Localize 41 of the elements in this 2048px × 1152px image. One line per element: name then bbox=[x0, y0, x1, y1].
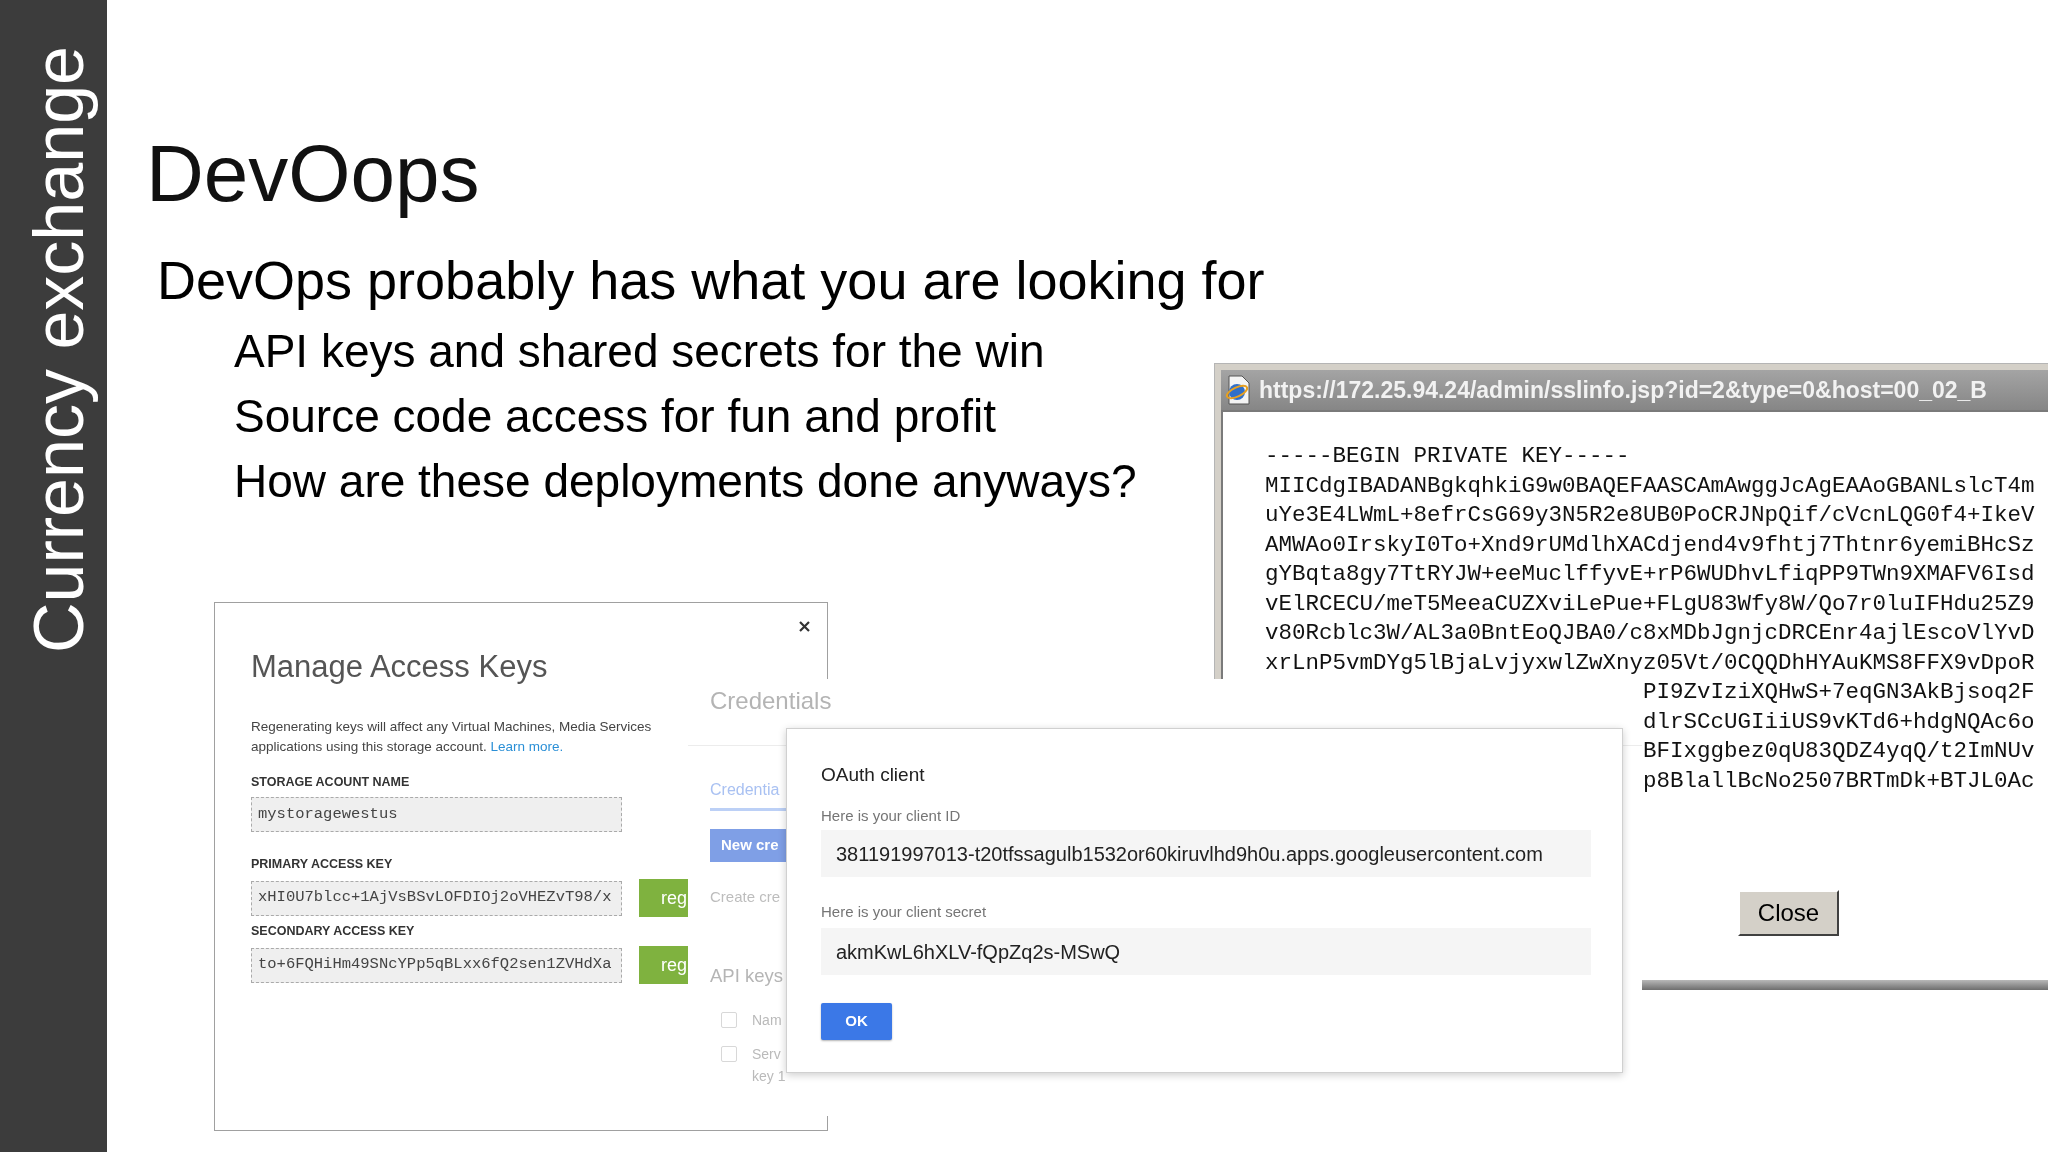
checkbox[interactable] bbox=[721, 1046, 737, 1062]
key-text-line: v80Rcblc3W/AL3a0BntEoQJBA0/c8xMDbJgnjcDRCEnr4ajlEscoVlYvD bbox=[1265, 619, 2035, 648]
key-text-line: p8BlallBcNo2507BRTmDk+BTJL0Ac bbox=[1643, 766, 2035, 796]
key-text-line: gYBqta8gy7TtRYJW+eeMuclffyvE+rP6WUDhvLfiqPP9TWn9XMAFV6Isd bbox=[1265, 560, 2035, 589]
row-text: Nam bbox=[752, 1011, 782, 1030]
window-title: https://172.25.94.24/admin/sslinfo.jsp?id=2&type=0&host=00_02_B bbox=[1259, 378, 1987, 402]
ok-button[interactable]: OK bbox=[821, 1003, 892, 1040]
input-field[interactable]: akmKwL6hXLV-fQpZq2s-MSwQ bbox=[821, 928, 1591, 975]
section-heading: API keys bbox=[710, 964, 783, 987]
sub-bullet-text: API keys and shared secrets for the win bbox=[234, 324, 1045, 379]
learn-more-link[interactable]: Learn more. bbox=[490, 739, 564, 754]
checkbox[interactable] bbox=[721, 1012, 737, 1028]
field-label: SECONDARY ACCESS KEY bbox=[251, 923, 415, 939]
key-text-line: vElRCECU/meT5MeeaCUZXviLePue+FLgU83Wfy8W/Qo7r0luIFHdu25Z9 bbox=[1265, 589, 2035, 619]
page-heading: Credentials bbox=[710, 686, 832, 715]
input-field[interactable]: to+6FQHiHm49SNcYPp5qBLxx6fQ2sen1ZVHdXa bbox=[251, 947, 622, 983]
close-button[interactable]: Close bbox=[1738, 890, 1839, 936]
key-text-line: BFIxggbez0qU83QDZ4yqQ/t2ImNUv bbox=[1643, 737, 2035, 766]
key-text-line: MIICdgIBADANBgkqhkiG9w0BAQEFAASCAmAwggJcAgEAAoGBANLslcT4m bbox=[1265, 471, 2035, 501]
sub-bullet-text: How are these deployments done anyways? bbox=[234, 454, 1137, 509]
field-label: PRIMARY ACCESS KEY bbox=[251, 856, 393, 872]
field-label: Here is your client ID bbox=[821, 806, 961, 826]
key-text-line: -----BEGIN PRIVATE KEY----- bbox=[1265, 442, 1630, 471]
input-field[interactable]: mystoragewestus bbox=[251, 797, 622, 832]
close-icon[interactable] bbox=[799, 621, 810, 632]
key-text-line: xrLnP5vmDYg5lBjaLvjyxwlZwXnyz05Vt/0CQQDhHYAuKMS8FFX9vDpoR bbox=[1265, 648, 2035, 678]
dialog-title: OAuth client bbox=[821, 763, 925, 787]
sub-bullet-text: Source code access for fun and profit bbox=[234, 389, 996, 444]
notice-text: Regenerating keys will affect any Virtual Machines, Media Services applications using this storage account. Learn more. bbox=[251, 718, 652, 756]
input-field[interactable]: 381191997013-t20tfssagulb1532or60kiruvlhd9h0u.apps.googleusercontent.com bbox=[821, 830, 1591, 877]
input-field[interactable]: xHI0U7blcc+1AjVsBSvLOFDIOj2oVHEZvT98/x bbox=[251, 880, 622, 916]
globe-page-icon bbox=[1223, 375, 1253, 405]
field-label: STORAGE ACOUNT NAME bbox=[251, 774, 410, 790]
key-text-line: dlrSCcUGIiiUS9vKTd6+hdgNQAc6o bbox=[1643, 707, 2035, 737]
key-text-line: PI9ZvIziXQHwS+7eqGN3AkBjsoq2F bbox=[1643, 678, 2035, 707]
field-label: Here is your client secret bbox=[821, 902, 987, 922]
row-text: Serv key 1 bbox=[752, 1045, 786, 1086]
dialog-title: Manage Access Keys bbox=[251, 651, 548, 682]
menu-text: Create cre bbox=[710, 888, 781, 906]
key-text-line: AMWAo0IrskyI0To+Xnd9rUMdlhXACdjend4v9fhtj7Thtnr6yemiBHcSz bbox=[1265, 530, 2035, 560]
key-text-line: uYe3E4LWmL+8efrCsG69y3N5R2e8UB0PoCRJNpQif/cVcnLQG0f4+IkeV bbox=[1265, 501, 2035, 530]
